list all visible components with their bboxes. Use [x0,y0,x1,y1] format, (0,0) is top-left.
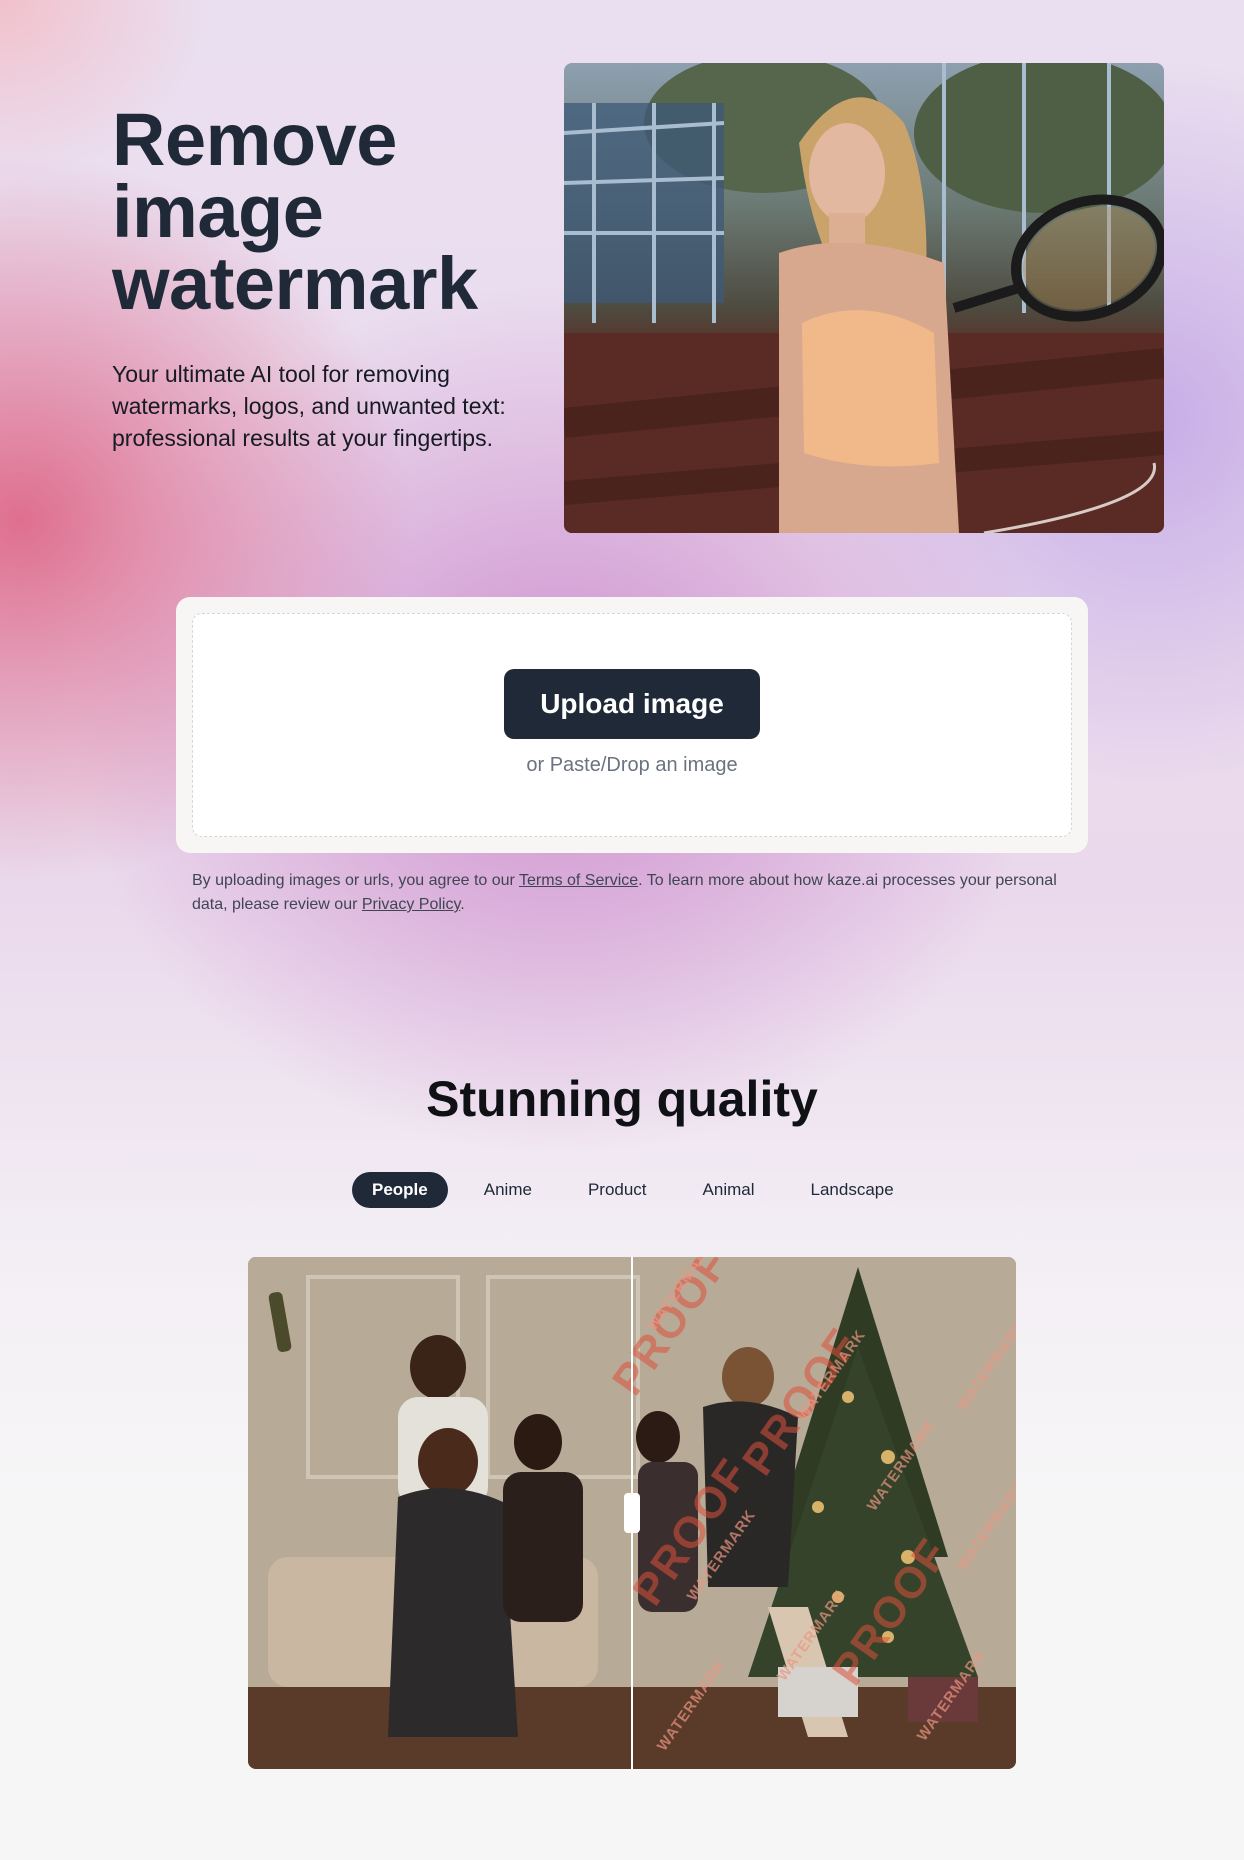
tab-product[interactable]: Product [568,1172,667,1208]
hero-photo-illustration [564,63,1164,533]
privacy-policy-link[interactable]: Privacy Policy [362,896,460,913]
legal-notice: By uploading images or urls, you agree t… [192,869,1072,917]
page-content: Remove image watermark Your ultimate AI … [0,0,1244,1860]
legal-prefix: By uploading images or urls, you agree t… [192,872,520,889]
before-after-comparison[interactable]: PROOF PROOF PROOF PROOF WATERMARK WATERM… [248,1257,1016,1769]
hero-title: Remove image watermark [112,98,478,325]
tab-landscape[interactable]: Landscape [791,1172,914,1208]
tab-animal[interactable]: Animal [683,1172,775,1208]
slider-handle-icon[interactable] [624,1493,640,1533]
terms-of-service-link[interactable]: Terms of Service [519,872,638,889]
paste-drop-hint: or Paste/Drop an image [526,754,738,776]
section-title-stunning-quality: Stunning quality [426,1071,818,1127]
legal-suffix: . [460,896,465,913]
category-tabs: People Anime Product Animal Landscape [352,1172,930,1210]
upload-image-button[interactable]: Upload image [504,669,760,739]
tab-people[interactable]: People [352,1172,448,1208]
hero-subtitle: Your ultimate AI tool for removing water… [112,361,506,451]
hero-image [564,63,1164,533]
tab-anime[interactable]: Anime [464,1172,552,1208]
